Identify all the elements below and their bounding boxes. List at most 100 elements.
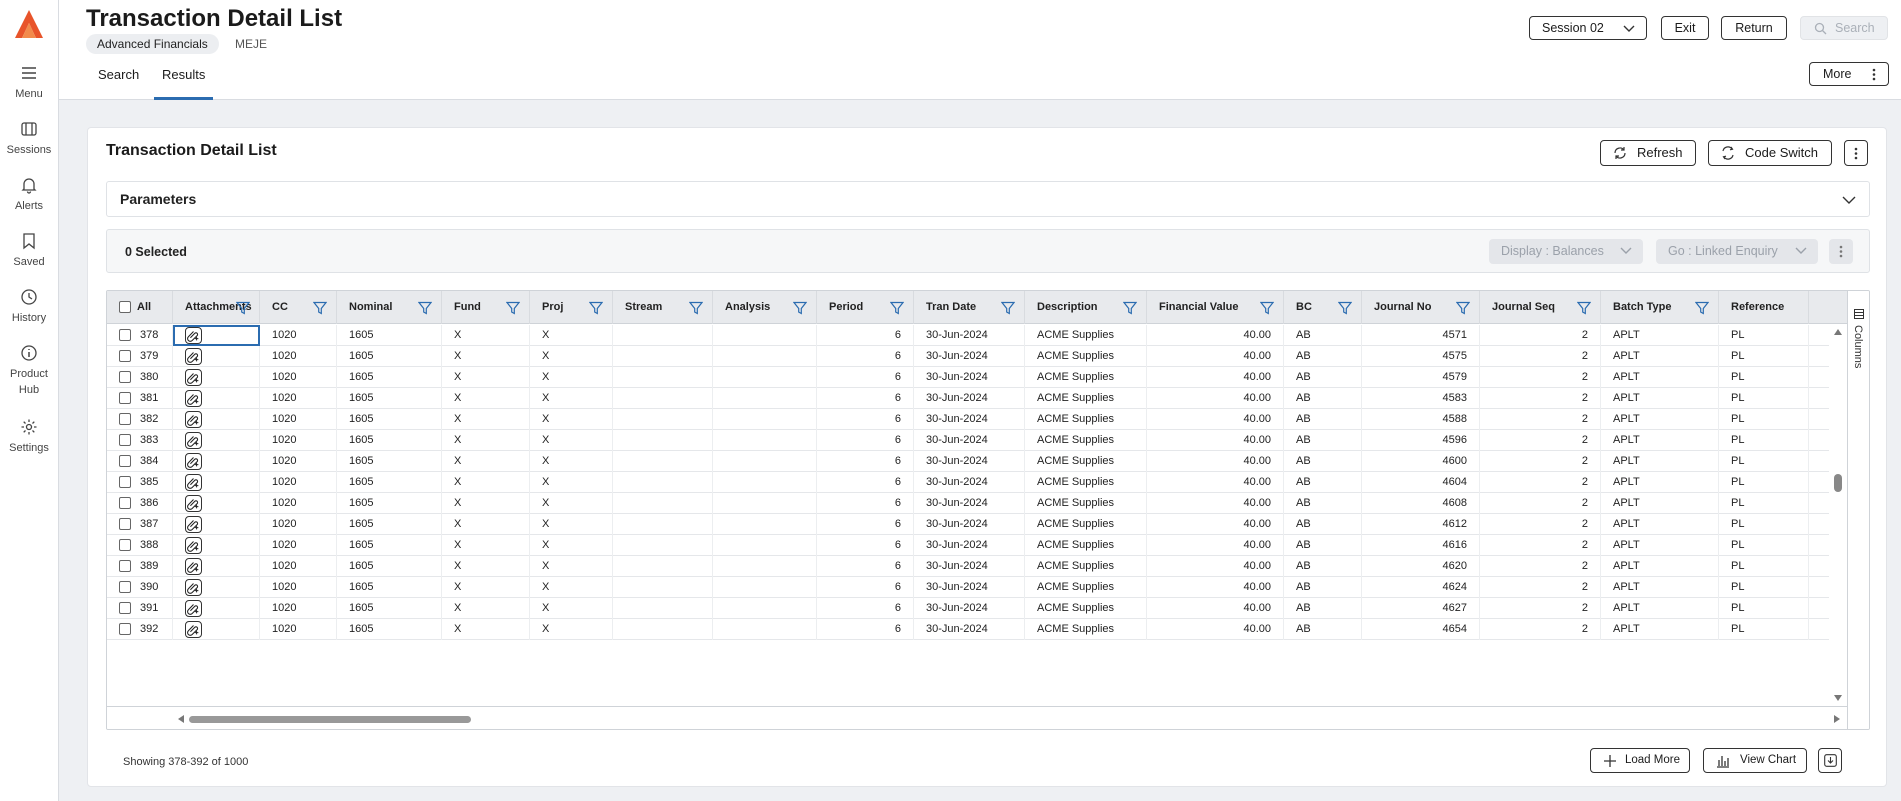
cell-financial-value[interactable]: 40.00 — [1147, 577, 1284, 598]
more-button[interactable]: More — [1809, 62, 1889, 86]
cell-analysis[interactable] — [713, 367, 817, 388]
cell-proj[interactable]: X — [530, 556, 613, 577]
cell-cc[interactable]: 1020 — [260, 325, 337, 346]
cell-fund[interactable]: X — [442, 409, 530, 430]
cell-journal-seq[interactable]: 2 — [1480, 388, 1601, 409]
cell-description[interactable]: ACME Supplies — [1025, 619, 1147, 640]
return-button[interactable]: Return — [1721, 16, 1787, 40]
cell-stream[interactable] — [613, 556, 713, 577]
cell-reference[interactable]: PL — [1719, 388, 1809, 409]
cell-tran-date[interactable]: 30-Jun-2024 — [914, 577, 1025, 598]
cell-period[interactable]: 6 — [817, 472, 914, 493]
cell-attachments[interactable] — [173, 619, 260, 640]
cell-cc[interactable]: 1020 — [260, 346, 337, 367]
cell-bc[interactable]: AB — [1284, 598, 1362, 619]
load-more-button[interactable]: Load More — [1590, 748, 1690, 773]
cell-attachments[interactable] — [173, 409, 260, 430]
cell-fund[interactable]: X — [442, 598, 530, 619]
row-checkbox[interactable] — [119, 350, 131, 362]
attachment-icon[interactable] — [185, 369, 202, 386]
cell-financial-value[interactable]: 40.00 — [1147, 388, 1284, 409]
cell-attachments[interactable] — [173, 514, 260, 535]
column-header-attachments[interactable]: Attachments — [173, 291, 260, 324]
filter-icon[interactable] — [1001, 301, 1015, 315]
table-row[interactable]: 378 1020 1605 X X 6 30-Jun-2024 ACME Supplies 40… — [107, 325, 1849, 346]
cell-proj[interactable]: X — [530, 619, 613, 640]
attachment-icon[interactable] — [185, 537, 202, 554]
cell-reference[interactable]: PL — [1719, 535, 1809, 556]
cell-proj[interactable]: X — [530, 472, 613, 493]
cell-analysis[interactable] — [713, 598, 817, 619]
cell-journal-seq[interactable]: 2 — [1480, 556, 1601, 577]
table-row[interactable]: 381 1020 1605 X X 6 30-Jun-2024 ACME Supplies 40… — [107, 388, 1849, 409]
cell-batch-type[interactable]: APLT — [1601, 535, 1719, 556]
cell-batch-type[interactable]: APLT — [1601, 409, 1719, 430]
cell-proj[interactable]: X — [530, 451, 613, 472]
cell-nominal[interactable]: 1605 — [337, 472, 442, 493]
cell-cc[interactable]: 1020 — [260, 388, 337, 409]
row-select-cell[interactable]: 387 — [107, 514, 173, 535]
cell-reference[interactable]: PL — [1719, 556, 1809, 577]
cell-nominal[interactable]: 1605 — [337, 367, 442, 388]
row-checkbox[interactable] — [119, 476, 131, 488]
cell-tran-date[interactable]: 30-Jun-2024 — [914, 556, 1025, 577]
card-kebab-button[interactable] — [1844, 140, 1868, 166]
scroll-down-icon[interactable] — [1834, 694, 1842, 702]
tab-search[interactable]: Search — [98, 62, 139, 88]
cell-reference[interactable]: PL — [1719, 346, 1809, 367]
code-switch-button[interactable]: Code Switch — [1708, 140, 1832, 166]
cell-fund[interactable]: X — [442, 451, 530, 472]
column-header-cc[interactable]: CC — [260, 291, 337, 324]
filter-icon[interactable] — [1577, 301, 1591, 315]
cell-description[interactable]: ACME Supplies — [1025, 535, 1147, 556]
cell-nominal[interactable]: 1605 — [337, 325, 442, 346]
cell-nominal[interactable]: 1605 — [337, 535, 442, 556]
cell-financial-value[interactable]: 40.00 — [1147, 556, 1284, 577]
cell-analysis[interactable] — [713, 514, 817, 535]
nav-saved[interactable]: Saved — [0, 232, 58, 270]
cell-period[interactable]: 6 — [817, 388, 914, 409]
row-select-cell[interactable]: 378 — [107, 325, 173, 346]
cell-bc[interactable]: AB — [1284, 514, 1362, 535]
table-row[interactable]: 380 1020 1605 X X 6 30-Jun-2024 ACME Supplies 40… — [107, 367, 1849, 388]
row-checkbox[interactable] — [119, 497, 131, 509]
table-row[interactable]: 388 1020 1605 X X 6 30-Jun-2024 ACME Supplies 40… — [107, 535, 1849, 556]
cell-proj[interactable]: X — [530, 514, 613, 535]
attachment-icon[interactable] — [185, 390, 202, 407]
cell-batch-type[interactable]: APLT — [1601, 493, 1719, 514]
cell-reference[interactable]: PL — [1719, 367, 1809, 388]
cell-journal-seq[interactable]: 2 — [1480, 535, 1601, 556]
cell-batch-type[interactable]: APLT — [1601, 577, 1719, 598]
table-row[interactable]: 384 1020 1605 X X 6 30-Jun-2024 ACME Supplies 40… — [107, 451, 1849, 472]
cell-period[interactable]: 6 — [817, 577, 914, 598]
filter-icon[interactable] — [1338, 301, 1352, 315]
cell-proj[interactable]: X — [530, 577, 613, 598]
cell-financial-value[interactable]: 40.00 — [1147, 472, 1284, 493]
row-checkbox[interactable] — [119, 623, 131, 635]
cell-fund[interactable]: X — [442, 346, 530, 367]
row-checkbox[interactable] — [119, 392, 131, 404]
nav-product-hub[interactable]: Product Hub — [0, 344, 58, 398]
table-row[interactable]: 390 1020 1605 X X 6 30-Jun-2024 ACME Supplies 40… — [107, 577, 1849, 598]
row-checkbox[interactable] — [119, 539, 131, 551]
cell-stream[interactable] — [613, 325, 713, 346]
cell-attachments[interactable] — [173, 451, 260, 472]
table-row[interactable]: 379 1020 1605 X X 6 30-Jun-2024 ACME Supplies 40… — [107, 346, 1849, 367]
attachment-icon[interactable] — [185, 474, 202, 491]
horizontal-scrollbar[interactable] — [107, 706, 1849, 729]
cell-period[interactable]: 6 — [817, 409, 914, 430]
cell-reference[interactable]: PL — [1719, 514, 1809, 535]
cell-nominal[interactable]: 1605 — [337, 514, 442, 535]
cell-journal-no[interactable]: 4612 — [1362, 514, 1480, 535]
cell-fund[interactable]: X — [442, 514, 530, 535]
cell-fund[interactable]: X — [442, 367, 530, 388]
cell-cc[interactable]: 1020 — [260, 472, 337, 493]
cell-tran-date[interactable]: 30-Jun-2024 — [914, 535, 1025, 556]
row-select-cell[interactable]: 380 — [107, 367, 173, 388]
cell-batch-type[interactable]: APLT — [1601, 430, 1719, 451]
cell-bc[interactable]: AB — [1284, 451, 1362, 472]
row-checkbox[interactable] — [119, 560, 131, 572]
cell-journal-no[interactable]: 4620 — [1362, 556, 1480, 577]
cell-period[interactable]: 6 — [817, 598, 914, 619]
nav-alerts[interactable]: Alerts — [0, 176, 58, 214]
